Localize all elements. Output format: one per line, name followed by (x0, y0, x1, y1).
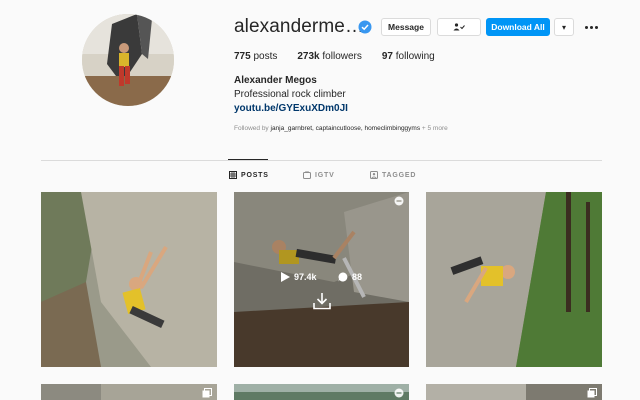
chevron-down-icon: ▾ (561, 22, 566, 32)
user-check-icon (453, 23, 465, 31)
profile-stats: 775 posts 273k followers 97 following (234, 51, 435, 62)
video-comments: 88 (338, 272, 362, 282)
profile-bio: Professional rock climber (234, 89, 346, 100)
profile-website-link[interactable]: youtu.be/GYExuXDm0JI (234, 103, 348, 114)
following-stat[interactable]: 97 following (382, 51, 435, 62)
video-indicator-icon (394, 196, 404, 206)
download-icon[interactable] (312, 292, 332, 310)
tab-tagged[interactable]: TAGGED (370, 171, 416, 179)
active-tab-indicator (228, 159, 268, 160)
post-thumbnail[interactable] (426, 192, 602, 367)
tag-icon (370, 171, 378, 179)
post-thumbnail[interactable] (426, 384, 602, 400)
video-indicator-icon (394, 388, 404, 398)
carousel-icon (587, 388, 597, 398)
followers-stat[interactable]: 273k followers (297, 51, 362, 62)
profile-full-name: Alexander Megos (234, 75, 317, 86)
video-views: 97.4k (281, 272, 317, 282)
post-thumbnail[interactable] (41, 384, 217, 400)
download-all-button[interactable]: Download All (486, 18, 550, 36)
grid-icon (229, 171, 237, 179)
carousel-icon (202, 388, 212, 398)
following-button[interactable] (437, 18, 481, 36)
tab-igtv[interactable]: IGTV (303, 171, 335, 179)
posts-stat: 775 posts (234, 51, 278, 62)
message-button[interactable]: Message (381, 18, 431, 36)
play-icon (281, 272, 290, 282)
post-thumbnail[interactable] (234, 384, 409, 400)
tab-posts[interactable]: POSTS (229, 171, 269, 179)
followed-by-text[interactable]: Followed by janja_garnbret, captaincutlo… (234, 125, 448, 132)
video-hover-overlay (234, 192, 409, 367)
post-thumbnail[interactable] (41, 192, 217, 367)
comment-icon (338, 272, 348, 282)
profile-username: alexanderme… (234, 16, 365, 37)
profile-avatar[interactable] (82, 14, 174, 106)
download-dropdown-button[interactable]: ▾ (554, 18, 574, 36)
options-more-icon[interactable] (582, 20, 600, 34)
verified-badge-icon (358, 20, 372, 34)
tabs-divider (41, 160, 602, 161)
igtv-icon (303, 171, 311, 179)
post-thumbnail-video[interactable]: 97.4k 88 (234, 192, 409, 367)
